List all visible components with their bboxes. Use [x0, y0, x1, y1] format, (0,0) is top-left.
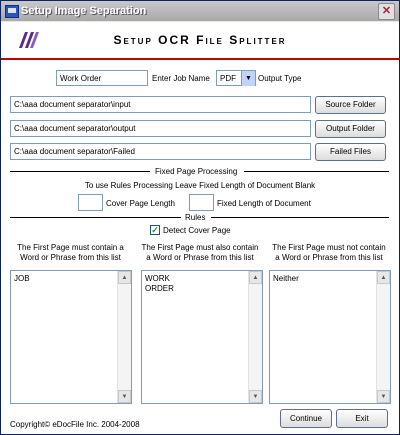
rule-list-1-label-line1: The First Page must contain a: [17, 243, 124, 252]
title-bar[interactable]: Setup Image Separation ✕: [1, 1, 399, 21]
failed-folder-input[interactable]: C:\aaa document separator\Failed: [10, 143, 311, 160]
page-title: Setup OCR File Splitter: [113, 33, 287, 47]
fixed-section-line-right: [244, 171, 389, 172]
window-app-icon: [5, 5, 19, 18]
header-banner: Setup OCR File Splitter: [1, 22, 399, 60]
also-contain-textarea[interactable]: WORK ORDER ▲ ▼: [141, 270, 263, 404]
output-type-value: PDF: [220, 74, 236, 83]
also-contain-line: WORK: [145, 274, 170, 283]
rule-list-2-label-line2: a Word or Phrase from this list: [146, 253, 254, 262]
rule-list-1-label: The First Page must contain a Word or Ph…: [10, 243, 131, 263]
detect-cover-checkbox[interactable]: ✓: [150, 225, 160, 235]
scroll-up-icon[interactable]: ▲: [249, 271, 262, 284]
form-body: Work Order Enter Job Name PDF ▼ Output T…: [1, 60, 399, 434]
rule-list-3-label: The First Page must not contain a Word o…: [267, 243, 391, 263]
close-button[interactable]: ✕: [378, 3, 395, 20]
continue-button[interactable]: Continue: [280, 409, 332, 428]
rule-list-2-label: The First Page must also contain a Word …: [137, 243, 263, 263]
failed-files-button[interactable]: Failed Files: [315, 143, 386, 161]
must-not-contain-line: Neither: [273, 274, 299, 283]
must-not-contain-scrollbar[interactable]: ▲ ▼: [376, 271, 390, 403]
close-icon: ✕: [381, 5, 392, 17]
scroll-down-icon[interactable]: ▼: [118, 390, 131, 403]
output-type-select[interactable]: PDF ▼: [216, 70, 256, 86]
must-not-contain-textarea[interactable]: Neither ▲ ▼: [269, 270, 391, 404]
job-name-input[interactable]: Work Order: [56, 70, 148, 86]
rule-list-2-label-line1: The First Page must also contain: [141, 243, 259, 252]
setup-window: Setup Image Separation ✕ Setup OCR File …: [0, 0, 400, 435]
also-contain-scrollbar[interactable]: ▲ ▼: [248, 271, 262, 403]
scroll-down-icon[interactable]: ▼: [249, 390, 262, 403]
check-icon: ✓: [151, 225, 159, 235]
source-folder-input[interactable]: C:\aaa document separator\input: [10, 96, 311, 113]
output-folder-button[interactable]: Output Folder: [315, 120, 386, 138]
fixed-length-label: Fixed Length of Document: [217, 199, 311, 208]
also-contain-line: ORDER: [145, 284, 174, 293]
source-folder-button[interactable]: Source Folder: [315, 96, 386, 114]
rules-section-title: Rules: [185, 213, 206, 222]
job-name-label: Enter Job Name: [152, 74, 210, 83]
rule-list-3-label-line2: a Word or Phrase from this list: [275, 253, 383, 262]
must-contain-line: JOB: [14, 274, 30, 283]
fixed-section-title: Fixed Page Processing: [155, 167, 238, 176]
rules-section-line-right: [211, 217, 389, 218]
rule-list-3-label-line1: The First Page must not contain: [272, 243, 386, 252]
fixed-length-input[interactable]: [189, 194, 214, 211]
scroll-down-icon[interactable]: ▼: [377, 390, 390, 403]
output-folder-input[interactable]: C:\aaa document separator\output: [10, 120, 311, 137]
cover-page-length-label: Cover Page Length: [106, 199, 175, 208]
must-contain-scrollbar[interactable]: ▲ ▼: [117, 271, 131, 403]
detect-cover-label: Detect Cover Page: [163, 226, 231, 235]
fixed-instructions: To use Rules Processing Leave Fixed Leng…: [84, 181, 316, 190]
copyright-text: Copyright© eDocFile Inc. 2004-2008: [10, 420, 140, 429]
must-contain-textarea[interactable]: JOB ▲ ▼: [10, 270, 132, 404]
rule-list-1-label-line2: Word or Phrase from this list: [20, 253, 121, 262]
window-title: Setup Image Separation: [21, 5, 147, 17]
cover-page-length-input[interactable]: [78, 194, 103, 211]
scroll-up-icon[interactable]: ▲: [377, 271, 390, 284]
rules-section-line-left: [10, 217, 181, 218]
scroll-up-icon[interactable]: ▲: [118, 271, 131, 284]
fixed-section-line-left: [10, 171, 150, 172]
output-type-label: Output Type: [258, 74, 302, 83]
exit-button[interactable]: Exit: [336, 409, 388, 428]
chevron-down-icon[interactable]: ▼: [241, 71, 255, 86]
